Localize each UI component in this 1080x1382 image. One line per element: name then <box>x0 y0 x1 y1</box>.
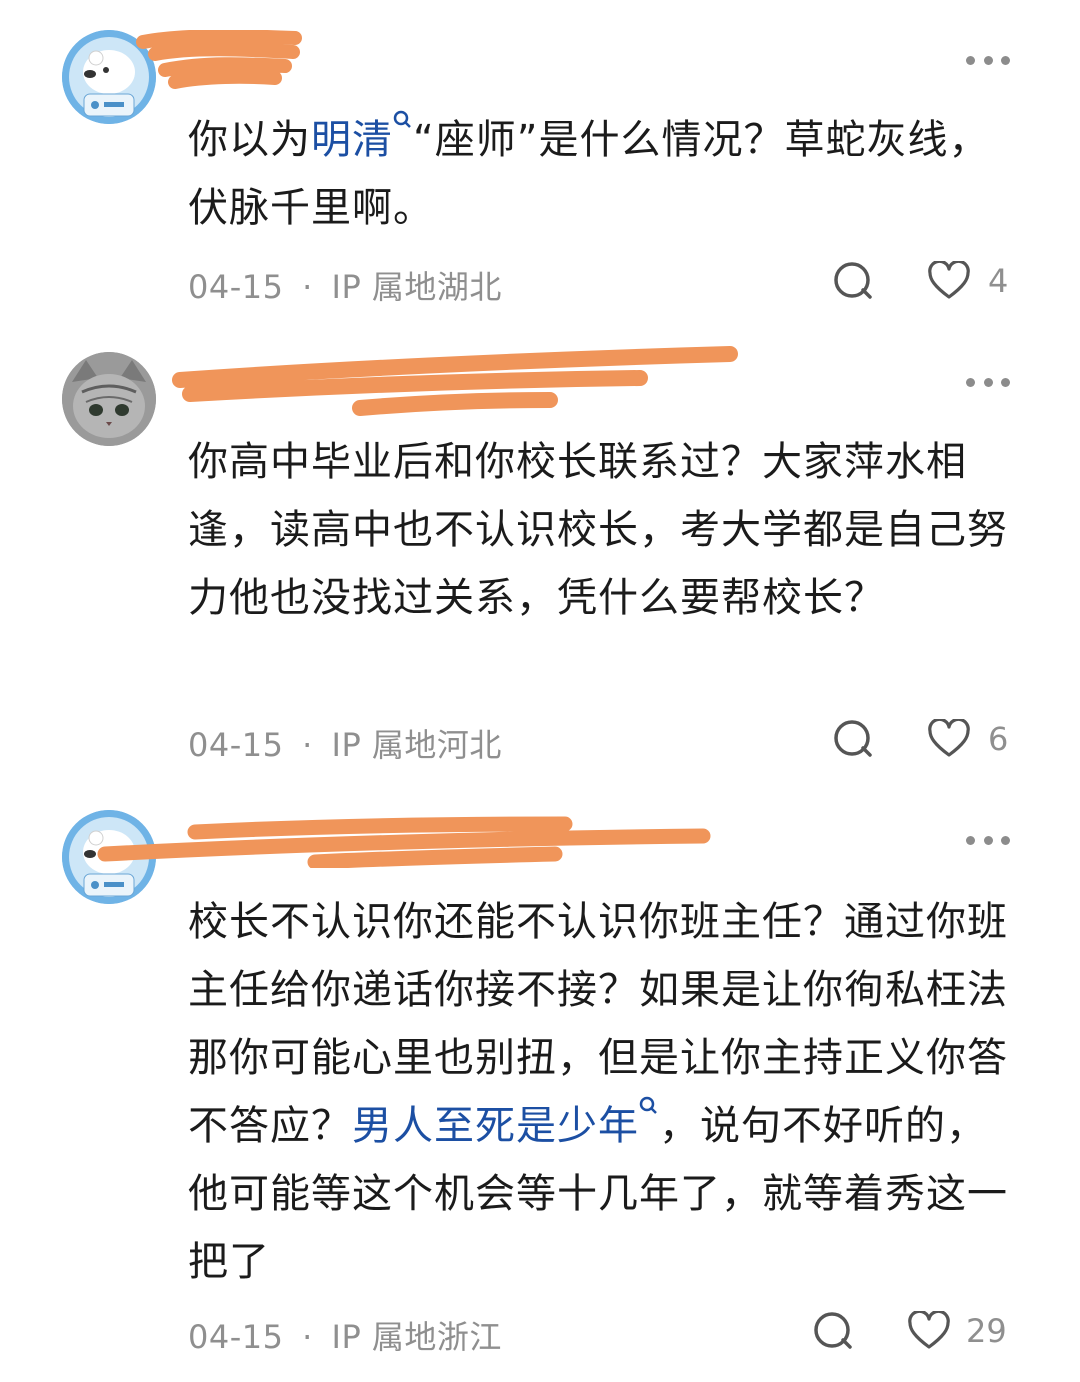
redacted-username <box>136 30 302 89</box>
avatar[interactable] <box>62 352 156 446</box>
more-options-icon[interactable] <box>966 376 1010 388</box>
meta-separator: · <box>302 1318 313 1356</box>
heart-icon[interactable] <box>908 1311 950 1351</box>
reply-icon[interactable] <box>832 260 874 302</box>
comment-text: 你高中毕业后和你校长联系过？大家萍水相逢，读高中也不认识校长，考大学都是自己努力… <box>188 439 1008 621</box>
comment-date: 04-15 <box>188 268 284 306</box>
comment-2: 你高中毕业后和你校长联系过？大家萍水相逢，读高中也不认识校长，考大学都是自己努力… <box>0 330 1080 790</box>
topic-link[interactable]: 明清 <box>311 117 393 163</box>
topic-link[interactable]: 男人至死是少年 <box>352 1103 639 1149</box>
more-options-icon[interactable] <box>966 834 1010 846</box>
comment-text: 校长不认识你还能不认识你班主任？通过你班主任给你递话你接不接？如果是让你徇私枉法… <box>188 899 1008 1285</box>
search-mark-icon <box>393 110 411 128</box>
like-count: 6 <box>988 720 1009 758</box>
ip-location: IP 属地浙江 <box>331 1318 502 1356</box>
ip-location: IP 属地湖北 <box>331 268 502 306</box>
search-mark-icon <box>639 1096 657 1114</box>
redacted-username <box>97 816 711 868</box>
comment-3: 校长不认识你还能不认识你班主任？通过你班主任给你递话你接不接？如果是让你徇私枉法… <box>0 790 1080 1382</box>
comment-meta: 04-15 · IP 属地湖北 <box>188 262 502 308</box>
heart-icon[interactable] <box>928 719 970 759</box>
redacted-username <box>172 346 738 416</box>
comment-date: 04-15 <box>188 726 284 764</box>
meta-separator: · <box>302 268 313 306</box>
more-options-icon[interactable] <box>966 54 1010 66</box>
reply-icon[interactable] <box>832 718 874 760</box>
comment-text: 你以为明清 “座师”是什么情况？草蛇灰线，伏脉千里啊。 <box>188 106 1008 242</box>
heart-icon[interactable] <box>928 261 970 301</box>
comment-1: 你以为明清 “座师”是什么情况？草蛇灰线，伏脉千里啊。 04-15 · IP 属地… <box>0 0 1080 330</box>
like-count: 4 <box>988 262 1009 300</box>
reply-icon[interactable] <box>812 1310 854 1352</box>
like-count: 29 <box>966 1312 1007 1350</box>
comment-meta: 04-15 · IP 属地河北 <box>188 720 502 766</box>
ip-location: IP 属地河北 <box>331 726 502 764</box>
comment-date: 04-15 <box>188 1318 284 1356</box>
meta-separator: · <box>302 726 313 764</box>
comment-meta: 04-15 · IP 属地浙江 <box>188 1312 502 1358</box>
